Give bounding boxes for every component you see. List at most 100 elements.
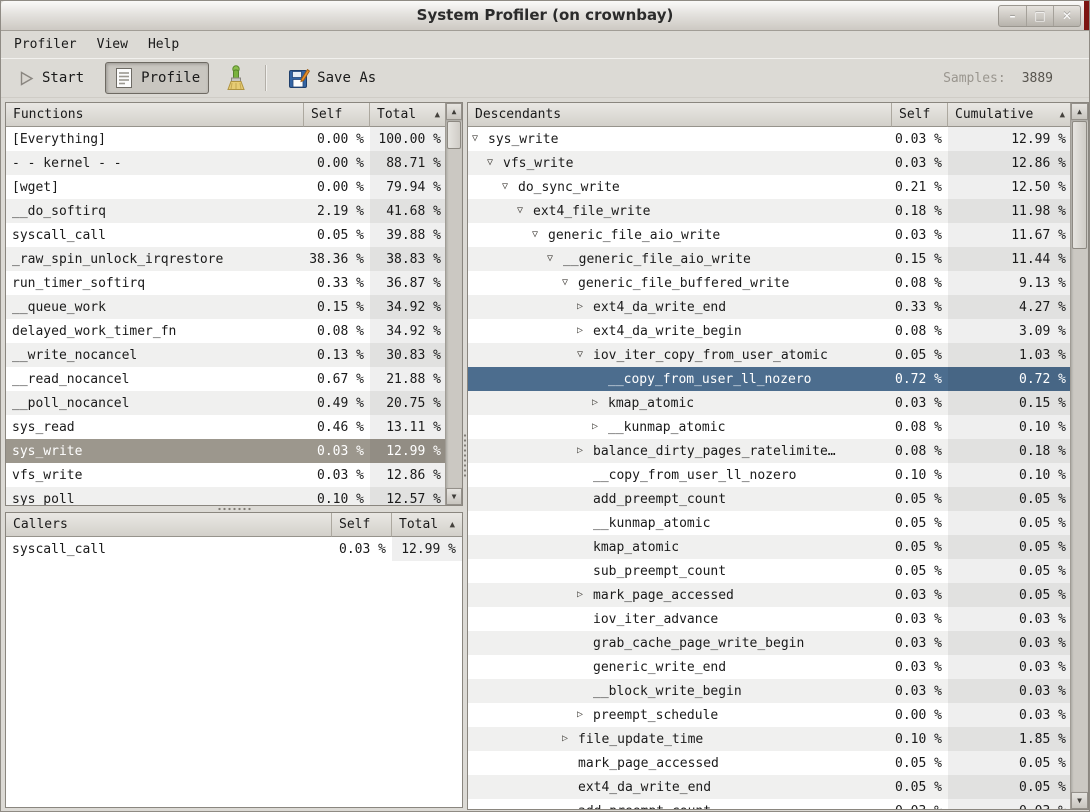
- total-column-header[interactable]: Total▲: [392, 513, 462, 537]
- table-row[interactable]: sub_preempt_count0.05 %0.05 %: [468, 559, 1070, 583]
- table-row[interactable]: [wget]0.00 %79.94 %: [6, 175, 445, 199]
- table-row[interactable]: add_preempt_count0.03 %0.03 %: [468, 799, 1070, 809]
- save-as-button[interactable]: Save As: [279, 62, 385, 94]
- table-row[interactable]: ▷kmap_atomic0.03 %0.15 %: [468, 391, 1070, 415]
- table-row[interactable]: generic_write_end0.03 %0.03 %: [468, 655, 1070, 679]
- self-column-header[interactable]: Self: [892, 103, 948, 127]
- table-row[interactable]: grab_cache_page_write_begin0.03 %0.03 %: [468, 631, 1070, 655]
- table-row[interactable]: - - kernel - -0.00 %88.71 %: [6, 151, 445, 175]
- reset-button[interactable]: [215, 60, 257, 97]
- table-row[interactable]: iov_iter_advance0.03 %0.03 %: [468, 607, 1070, 631]
- scroll-up-button[interactable]: ▲: [1071, 103, 1088, 120]
- descendants-tree: ▽sys_write0.03 %12.99 %▽vfs_write0.03 %1…: [468, 127, 1070, 809]
- table-row[interactable]: ▽vfs_write0.03 %12.86 %: [468, 151, 1070, 175]
- maximize-button[interactable]: □: [1026, 6, 1053, 26]
- table-row[interactable]: kmap_atomic0.05 %0.05 %: [468, 535, 1070, 559]
- table-row[interactable]: ▷mark_page_accessed0.03 %0.05 %: [468, 583, 1070, 607]
- table-row[interactable]: sys_read0.46 %13.11 %: [6, 415, 445, 439]
- table-row[interactable]: ▷ext4_da_write_begin0.08 %3.09 %: [468, 319, 1070, 343]
- table-row[interactable]: add_preempt_count0.05 %0.05 %: [468, 487, 1070, 511]
- function-name: syscall_call: [12, 542, 106, 557]
- close-button[interactable]: ✕: [1053, 6, 1080, 26]
- functions-column-header[interactable]: Functions: [6, 103, 304, 127]
- scrollbar-thumb[interactable]: [447, 121, 461, 149]
- function-name-cell: ▽__generic_file_aio_write: [468, 247, 892, 271]
- expander-open-icon[interactable]: ▽: [547, 254, 563, 264]
- menu-item-profiler[interactable]: Profiler: [4, 33, 87, 56]
- callers-column-header[interactable]: Callers: [6, 513, 332, 537]
- function-name: mark_page_accessed: [593, 588, 734, 603]
- expander-open-icon[interactable]: ▽: [472, 134, 488, 144]
- titlebar[interactable]: System Profiler (on crownbay) – □ ✕: [1, 1, 1089, 31]
- expander-open-icon[interactable]: ▽: [577, 350, 593, 360]
- self-column-header[interactable]: Self: [304, 103, 370, 127]
- table-row[interactable]: ▷balance_dirty_pages_ratelimite…0.08 %0.…: [468, 439, 1070, 463]
- table-row[interactable]: ext4_da_write_end0.05 %0.05 %: [468, 775, 1070, 799]
- self-column-header[interactable]: Self: [332, 513, 392, 537]
- table-row[interactable]: _raw_spin_unlock_irqrestore38.36 %38.83 …: [6, 247, 445, 271]
- expander-closed-icon[interactable]: ▷: [577, 590, 593, 600]
- functions-vertical-scrollbar[interactable]: ▲ ▼: [445, 103, 462, 505]
- total-column-header[interactable]: Total▲: [370, 103, 445, 127]
- table-row[interactable]: ▷ext4_da_write_end0.33 %4.27 %: [468, 295, 1070, 319]
- cumulative-column-header[interactable]: Cumulative▲: [948, 103, 1070, 127]
- table-row[interactable]: ▽generic_file_aio_write0.03 %11.67 %: [468, 223, 1070, 247]
- expander-closed-icon[interactable]: ▷: [577, 326, 593, 336]
- expander-closed-icon[interactable]: ▷: [577, 446, 593, 456]
- table-row[interactable]: ▷__kunmap_atomic0.08 %0.10 %: [468, 415, 1070, 439]
- scrollbar-track[interactable]: [446, 120, 462, 488]
- expander-closed-icon[interactable]: ▷: [592, 398, 608, 408]
- self-value-cell: 0.05 %: [892, 511, 948, 535]
- scrollbar-track[interactable]: [1071, 120, 1088, 792]
- expander-open-icon[interactable]: ▽: [517, 206, 533, 216]
- start-button[interactable]: Start: [9, 65, 93, 92]
- table-row[interactable]: ▽iov_iter_copy_from_user_atomic0.05 %1.0…: [468, 343, 1070, 367]
- table-row[interactable]: ▽__generic_file_aio_write0.15 %11.44 %: [468, 247, 1070, 271]
- table-row[interactable]: ▽ext4_file_write0.18 %11.98 %: [468, 199, 1070, 223]
- expander-open-icon[interactable]: ▽: [487, 158, 503, 168]
- table-row[interactable]: ▽sys_write0.03 %12.99 %: [468, 127, 1070, 151]
- table-row[interactable]: ▽do_sync_write0.21 %12.50 %: [468, 175, 1070, 199]
- table-row[interactable]: __poll_nocancel0.49 %20.75 %: [6, 391, 445, 415]
- descendants-vertical-scrollbar[interactable]: ▲ ▼: [1070, 103, 1088, 809]
- table-row[interactable]: mark_page_accessed0.05 %0.05 %: [468, 751, 1070, 775]
- table-row[interactable]: __do_softirq2.19 %41.68 %: [6, 199, 445, 223]
- expander-closed-icon[interactable]: ▷: [577, 302, 593, 312]
- expander-closed-icon[interactable]: ▷: [592, 422, 608, 432]
- table-row[interactable]: syscall_call0.05 %39.88 %: [6, 223, 445, 247]
- table-row[interactable]: ▽generic_file_buffered_write0.08 %9.13 %: [468, 271, 1070, 295]
- menu-item-view[interactable]: View: [87, 33, 138, 56]
- menu-item-help[interactable]: Help: [138, 33, 189, 56]
- table-row[interactable]: sys_write0.03 %12.99 %: [6, 439, 445, 463]
- table-row[interactable]: delayed_work_timer_fn0.08 %34.92 %: [6, 319, 445, 343]
- table-row[interactable]: syscall_call0.03 %12.99 %: [6, 537, 462, 561]
- profile-toggle-button[interactable]: Profile: [105, 62, 209, 94]
- table-row[interactable]: __block_write_begin0.03 %0.03 %: [468, 679, 1070, 703]
- table-row[interactable]: __kunmap_atomic0.05 %0.05 %: [468, 511, 1070, 535]
- expander-open-icon[interactable]: ▽: [532, 230, 548, 240]
- scroll-down-button[interactable]: ▼: [1071, 792, 1088, 809]
- function-name-cell: __queue_work: [6, 295, 304, 319]
- table-row[interactable]: __read_nocancel0.67 %21.88 %: [6, 367, 445, 391]
- expander-closed-icon[interactable]: ▷: [577, 710, 593, 720]
- scroll-up-button[interactable]: ▲: [446, 103, 462, 120]
- self-value-cell: 0.03 %: [892, 151, 948, 175]
- expander-open-icon[interactable]: ▽: [562, 278, 578, 288]
- table-row[interactable]: ▷file_update_time0.10 %1.85 %: [468, 727, 1070, 751]
- function-name: _raw_spin_unlock_irqrestore: [12, 252, 223, 267]
- table-row[interactable]: __copy_from_user_ll_nozero0.72 %0.72 %: [468, 367, 1070, 391]
- table-row[interactable]: [Everything]0.00 %100.00 %: [6, 127, 445, 151]
- table-row[interactable]: ▷preempt_schedule0.00 %0.03 %: [468, 703, 1070, 727]
- expander-open-icon[interactable]: ▽: [502, 182, 518, 192]
- table-row[interactable]: __copy_from_user_ll_nozero0.10 %0.10 %: [468, 463, 1070, 487]
- table-row[interactable]: __write_nocancel0.13 %30.83 %: [6, 343, 445, 367]
- scrollbar-thumb[interactable]: [1072, 121, 1087, 249]
- table-row[interactable]: __queue_work0.15 %34.92 %: [6, 295, 445, 319]
- expander-closed-icon[interactable]: ▷: [562, 734, 578, 744]
- table-row[interactable]: vfs_write0.03 %12.86 %: [6, 463, 445, 487]
- table-row[interactable]: run_timer_softirq0.33 %36.87 %: [6, 271, 445, 295]
- descendants-column-header[interactable]: Descendants: [468, 103, 892, 127]
- table-row[interactable]: sys_poll0.10 %12.57 %: [6, 487, 445, 505]
- scroll-down-button[interactable]: ▼: [446, 488, 462, 505]
- minimize-button[interactable]: –: [999, 6, 1026, 26]
